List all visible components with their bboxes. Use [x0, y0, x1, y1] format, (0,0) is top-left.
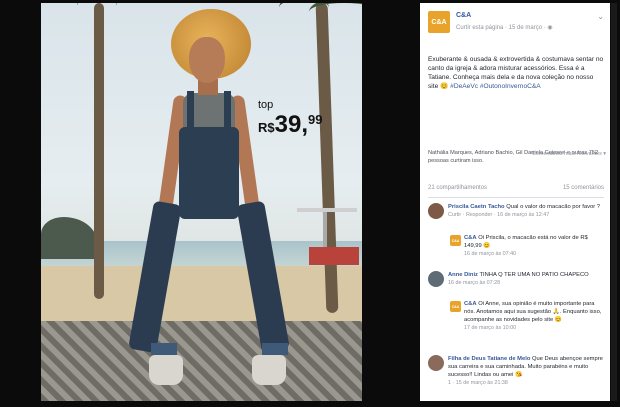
comments-count[interactable]: 15 comentários: [563, 185, 604, 191]
post-text: Exuberante & ousada & extrovertida & cos…: [428, 55, 604, 91]
reply-meta[interactable]: 17 de março às 10:00: [464, 325, 516, 331]
comment-author[interactable]: Anne Diniz: [448, 272, 478, 278]
reply-avatar[interactable]: C&A: [450, 235, 461, 246]
price-currency: R$: [258, 120, 275, 135]
post-photo[interactable]: top R$39,99: [41, 3, 362, 401]
reply: C&A Oi Priscila, o macacão está no valor…: [464, 234, 604, 258]
model-shoe-left: [149, 355, 183, 385]
palm-leaves-right-2: [279, 3, 329, 23]
comment-text: Qual o valor do macacão por favor ?: [506, 204, 600, 210]
comment-author[interactable]: Priscila Caetn Tacho: [448, 204, 505, 210]
post-side-panel: C&A C&A Curtir esta página · 15 de março…: [420, 3, 610, 401]
photo-hill: [41, 217, 97, 259]
page-logo[interactable]: C&A: [428, 11, 450, 33]
price-label: top: [258, 99, 274, 111]
post-hashtags[interactable]: #DeAeVc #OutonoInvernoC&A: [450, 83, 541, 90]
price-decimal: 99: [308, 112, 323, 127]
post-counts: 21 compartilhamentos 15 comentários: [428, 185, 604, 191]
model-cuff-right: [262, 343, 288, 355]
divider: [428, 197, 604, 198]
overall-strap-left: [187, 91, 194, 131]
photo-viewer: top R$39,99 C&A C&A Curtir esta página ·…: [0, 0, 620, 407]
palm-leaves-left: [77, 3, 117, 21]
comment: Filha de Deus Tatiane de Melo Que Deus a…: [448, 355, 604, 387]
comment: Priscila Caetn Tacho Qual o valor do mac…: [448, 203, 604, 219]
shares-count[interactable]: 21 compartilhamentos: [428, 185, 487, 191]
comment-text: TINHA Q TER UMA NO PATIO CHAPECO: [479, 272, 589, 278]
beach-kiosk-base: [309, 247, 359, 265]
overall-strap-right: [224, 91, 231, 131]
reply-author[interactable]: C&A: [464, 301, 477, 307]
reply-avatar[interactable]: C&A: [450, 301, 461, 312]
model-overalls: [179, 127, 239, 219]
reply-text: Oi Priscila, o macacão está no valor de …: [464, 235, 588, 249]
reply: C&A Oi Anne, sua opinião é muito importa…: [464, 300, 604, 332]
model-shoe-right: [252, 355, 286, 385]
comment-meta[interactable]: 1 · 15 de março às 21:38: [448, 380, 508, 386]
reply-author[interactable]: C&A: [464, 235, 477, 241]
avatar[interactable]: [428, 271, 444, 287]
beach-kiosk-roof: [297, 208, 357, 212]
post-meta[interactable]: Curtir esta página · 15 de março · ◉: [456, 24, 553, 31]
comment-meta[interactable]: Curtir · Responder · 16 de março às 12:4…: [448, 212, 549, 218]
comment-meta[interactable]: 16 de março às 07:28: [448, 280, 500, 286]
post-header: C&A C&A Curtir esta página · 15 de março…: [420, 3, 610, 41]
model-cuff-left: [151, 343, 177, 355]
palm-trunk-left: [94, 3, 104, 299]
page-name[interactable]: C&A: [456, 12, 471, 19]
photo-sidewalk: [41, 321, 362, 401]
reply-meta[interactable]: 16 de março às 07:40: [464, 251, 516, 257]
reply-text: Oi Anne, sua opinião é muito importante …: [464, 301, 602, 323]
comment-author[interactable]: Filha de Deus Tatiane de Melo: [448, 356, 530, 362]
comment-sort[interactable]: Comentários mais relevantes ▾: [516, 151, 606, 157]
comment: Anne Diniz TINHA Q TER UMA NO PATIO CHAP…: [448, 271, 604, 287]
scrollbar[interactable]: [611, 3, 617, 401]
chevron-down-icon[interactable]: ⌄: [597, 12, 604, 21]
avatar[interactable]: [428, 355, 444, 371]
model-face: [189, 37, 225, 83]
price-tag: top R$39,99: [258, 100, 322, 139]
photo-sand: [41, 266, 362, 326]
price-integer: 39,: [274, 111, 308, 138]
avatar[interactable]: [428, 203, 444, 219]
